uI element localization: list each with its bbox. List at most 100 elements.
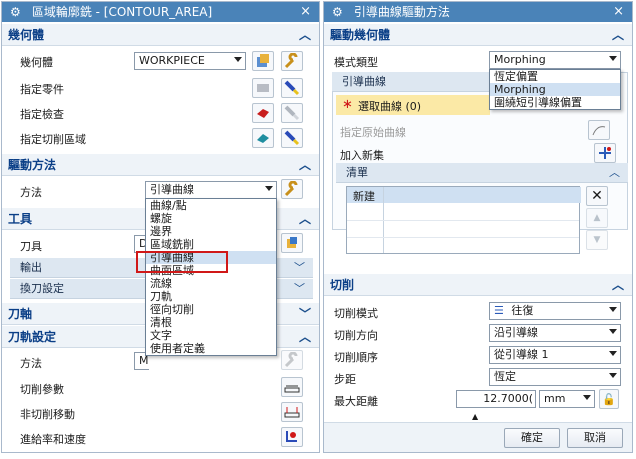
- list-new-item: 新建: [353, 190, 375, 203]
- cut-order-select[interactable]: 從引導線 1: [489, 346, 621, 364]
- specify-orig-curve-label: 指定原始曲線: [340, 126, 406, 139]
- drive-menu-item[interactable]: 清根: [146, 316, 276, 329]
- left-title-bar[interactable]: ⚙ 區域輪廓銑 - [CONTOUR_AREA] ×: [2, 2, 319, 22]
- chevron-up-icon[interactable]: ︿: [299, 208, 311, 230]
- drive-menu-item[interactable]: 徑向切削: [146, 303, 276, 316]
- max-distance-input[interactable]: 12.7000(: [456, 390, 536, 408]
- section-drive-geometry[interactable]: 驅動幾何體 ︿: [324, 24, 632, 46]
- mode-type-menu[interactable]: 恆定偏置 Morphing 圍繞短引導線偏置: [489, 69, 621, 110]
- drive-menu-item[interactable]: 區域銑削: [146, 238, 276, 251]
- drive-menu-item[interactable]: 曲線/點: [146, 199, 276, 212]
- list-table[interactable]: 新建: [346, 186, 581, 254]
- cut-pattern-value: 往復: [511, 304, 534, 317]
- stepover-select[interactable]: 恆定: [489, 368, 621, 386]
- edit-geometry-button[interactable]: [281, 51, 303, 71]
- new-tool-button[interactable]: [281, 233, 303, 253]
- guide-curve-header[interactable]: 引導曲線: [332, 72, 492, 92]
- select-cut-area-button[interactable]: [252, 128, 274, 148]
- geometry-select-value: WORKPIECE: [139, 54, 205, 67]
- check-geometry-icon: [257, 109, 269, 118]
- drive-method-select[interactable]: 引導曲線: [145, 181, 277, 199]
- chevron-down-icon[interactable]: ﹀: [294, 279, 305, 299]
- section-path-title: 刀軌設定: [8, 330, 57, 344]
- cut-order-value: 從引導線 1: [494, 348, 549, 361]
- drive-method-menu[interactable]: 曲線/點 螺旋 邊界 區域銑削 引導曲線 曲面區域 流線 刀軌 徑向切削 清根 文字 使用者定義: [145, 198, 277, 356]
- feeds-speeds-button[interactable]: [281, 427, 303, 447]
- zigzag-icon: ☰: [494, 304, 504, 317]
- edit-drive-button[interactable]: [281, 179, 303, 199]
- feeds-speeds-icon: [286, 431, 297, 442]
- mode-type-select[interactable]: Morphing: [489, 51, 621, 69]
- right-title-bar[interactable]: ⚙ 引導曲線驅動方法 ×: [324, 2, 632, 22]
- cancel-button[interactable]: 取消: [567, 428, 623, 448]
- drive-menu-item[interactable]: 文字: [146, 329, 276, 342]
- tool-label: 刀具: [20, 240, 42, 253]
- list-header-label: 清單: [346, 166, 368, 179]
- show-cut-area-button[interactable]: [281, 128, 303, 148]
- part-icon: [257, 84, 269, 92]
- close-icon[interactable]: ×: [613, 2, 624, 22]
- cut-direction-value: 沿引導線: [494, 326, 538, 339]
- chevron-up-icon[interactable]: ︿: [299, 326, 311, 348]
- ok-button[interactable]: 確定: [504, 428, 560, 448]
- select-part-button[interactable]: [252, 78, 274, 98]
- select-curve-label: 選取曲線 (0): [358, 100, 422, 113]
- new-geometry-button[interactable]: [252, 51, 274, 71]
- show-part-button[interactable]: [281, 78, 303, 98]
- lock-button[interactable]: 🔓: [599, 389, 619, 409]
- geometry-label: 幾何體: [20, 56, 53, 69]
- select-curve-row[interactable]: ∗ 選取曲線 (0): [336, 95, 490, 115]
- drive-menu-item[interactable]: 螺旋: [146, 212, 276, 225]
- chevron-down-icon[interactable]: ﹀: [299, 303, 311, 325]
- cut-direction-select[interactable]: 沿引導線: [489, 324, 621, 342]
- edit-method-button[interactable]: [281, 350, 303, 370]
- section-cut[interactable]: 切削 ︿: [324, 274, 632, 296]
- chevron-up-icon[interactable]: ︿: [612, 274, 624, 296]
- list-header[interactable]: 清單 ︿: [336, 163, 628, 183]
- move-down-button[interactable]: ▼: [586, 230, 608, 250]
- section-cut-title: 切削: [330, 278, 355, 292]
- geometry-select[interactable]: WORKPIECE: [134, 52, 246, 70]
- collapse-arrow-icon[interactable]: ▲: [472, 412, 478, 421]
- mode-menu-item[interactable]: Morphing: [490, 83, 620, 96]
- noncut-moves-button[interactable]: [281, 402, 303, 422]
- max-distance-unit-select[interactable]: mm: [539, 390, 595, 408]
- close-icon[interactable]: ×: [300, 2, 311, 22]
- mode-type-label: 模式類型: [334, 56, 378, 69]
- close-icon: ✕: [591, 188, 603, 204]
- specify-orig-curve-button[interactable]: [588, 120, 610, 140]
- select-check-button[interactable]: [252, 103, 274, 123]
- drive-menu-item[interactable]: 使用者定義: [146, 342, 276, 355]
- dropdown-arrow-icon: [609, 329, 617, 334]
- chevron-up-icon[interactable]: ︿: [299, 154, 311, 176]
- section-geometry[interactable]: 幾何體 ︿: [2, 24, 319, 46]
- flashlight-disabled-icon: [284, 105, 300, 121]
- cut-pattern-label: 切削模式: [334, 307, 378, 320]
- mode-menu-item[interactable]: 恆定偏置: [490, 70, 620, 83]
- curve-icon: [592, 126, 606, 136]
- chevron-up-icon[interactable]: ︿: [609, 163, 620, 183]
- section-drive-method[interactable]: 驅動方法 ︿: [2, 154, 319, 176]
- delete-button[interactable]: ✕: [586, 186, 608, 206]
- output-label: 輸出: [20, 261, 42, 274]
- max-distance-value: 12.7000(: [483, 392, 533, 405]
- chevron-up-icon[interactable]: ︿: [612, 24, 624, 46]
- section-geometry-title: 幾何體: [8, 28, 45, 42]
- chevron-up-icon[interactable]: ︿: [299, 24, 311, 46]
- dropdown-arrow-icon: [583, 395, 591, 400]
- required-asterisk-icon: ∗: [342, 97, 353, 112]
- chevron-down-icon[interactable]: ﹀: [294, 258, 305, 278]
- dropdown-arrow-icon: [609, 56, 617, 61]
- show-check-button[interactable]: [281, 103, 303, 123]
- ok-button-label: 確定: [521, 431, 543, 444]
- drive-menu-item[interactable]: 流線: [146, 277, 276, 290]
- dropdown-arrow-icon: [234, 57, 242, 62]
- drive-menu-item[interactable]: 刀軌: [146, 290, 276, 303]
- add-new-set-button[interactable]: [594, 143, 616, 163]
- cut-pattern-select[interactable]: ☰ 往復: [489, 302, 621, 320]
- left-dialog-title: 區域輪廓銑 - [CONTOUR_AREA]: [31, 5, 213, 19]
- mode-menu-item[interactable]: 圍繞短引導線偏置: [490, 96, 620, 109]
- move-up-button[interactable]: ▲: [586, 208, 608, 228]
- drive-menu-item[interactable]: 邊界: [146, 225, 276, 238]
- cut-params-button[interactable]: [281, 377, 303, 397]
